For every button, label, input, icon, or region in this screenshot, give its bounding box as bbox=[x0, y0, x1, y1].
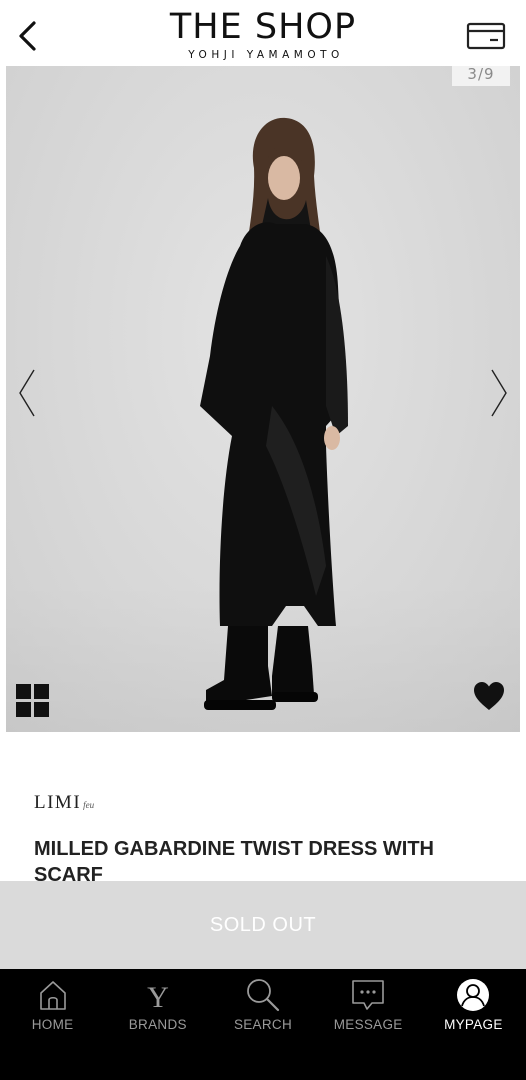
chevron-right-thin-icon bbox=[491, 369, 507, 417]
image-counter: 3/9 bbox=[452, 66, 510, 86]
nav-mypage[interactable]: MYPAGE bbox=[421, 969, 526, 1080]
y-brand-icon: Y bbox=[138, 975, 178, 1015]
nav-message-label: MESSAGE bbox=[333, 1017, 403, 1032]
grid-icon bbox=[16, 684, 49, 717]
home-icon bbox=[33, 975, 73, 1015]
svg-text:Y: Y bbox=[147, 981, 169, 1012]
search-icon bbox=[243, 975, 283, 1015]
brand-suffix: feu bbox=[83, 800, 95, 810]
brand-logo[interactable]: LIMI feu bbox=[34, 792, 94, 820]
nav-brands-label: BRANDS bbox=[128, 1017, 187, 1032]
shop-logo[interactable]: THE SHOP YOHJI YAMAMOTO bbox=[0, 8, 526, 62]
app-header: THE SHOP YOHJI YAMAMOTO bbox=[0, 0, 526, 66]
nav-home-label: HOME bbox=[31, 1017, 74, 1032]
previous-image-button[interactable] bbox=[14, 366, 42, 420]
product-photo-model bbox=[200, 117, 348, 710]
nav-brands[interactable]: Y BRANDS bbox=[105, 969, 210, 1080]
nav-message[interactable]: MESSAGE bbox=[316, 969, 421, 1080]
card-button[interactable] bbox=[466, 22, 506, 50]
nav-search-label: SEARCH bbox=[233, 1017, 292, 1032]
sold-out-label: SOLD OUT bbox=[209, 913, 317, 936]
product-title: MILLED GABARDINE TWIST DRESS WITH SCARF bbox=[34, 838, 434, 884]
nav-home[interactable]: HOME bbox=[0, 969, 105, 1080]
grid-view-button[interactable] bbox=[16, 684, 50, 718]
user-icon bbox=[453, 975, 493, 1015]
heart-icon bbox=[474, 682, 504, 710]
nav-mypage-label: MYPAGE bbox=[444, 1017, 503, 1032]
bottom-navigation: HOME Y BRANDS SEARCH MESSAGE MYPAGE bbox=[0, 969, 526, 1080]
favorite-button[interactable] bbox=[472, 680, 506, 712]
logo-subtitle: YOHJI YAMAMOTO bbox=[188, 49, 344, 61]
sold-out-button[interactable]: SOLD OUT bbox=[0, 881, 526, 969]
chevron-left-thin-icon bbox=[19, 369, 35, 417]
message-icon bbox=[348, 975, 388, 1015]
nav-search[interactable]: SEARCH bbox=[210, 969, 315, 1080]
product-image-gallery[interactable]: 3/9 bbox=[6, 66, 520, 732]
brand-name: LIMI bbox=[34, 792, 82, 813]
credit-card-icon bbox=[466, 22, 506, 50]
next-image-button[interactable] bbox=[484, 366, 512, 420]
logo-title: THE SHOP bbox=[169, 7, 357, 47]
